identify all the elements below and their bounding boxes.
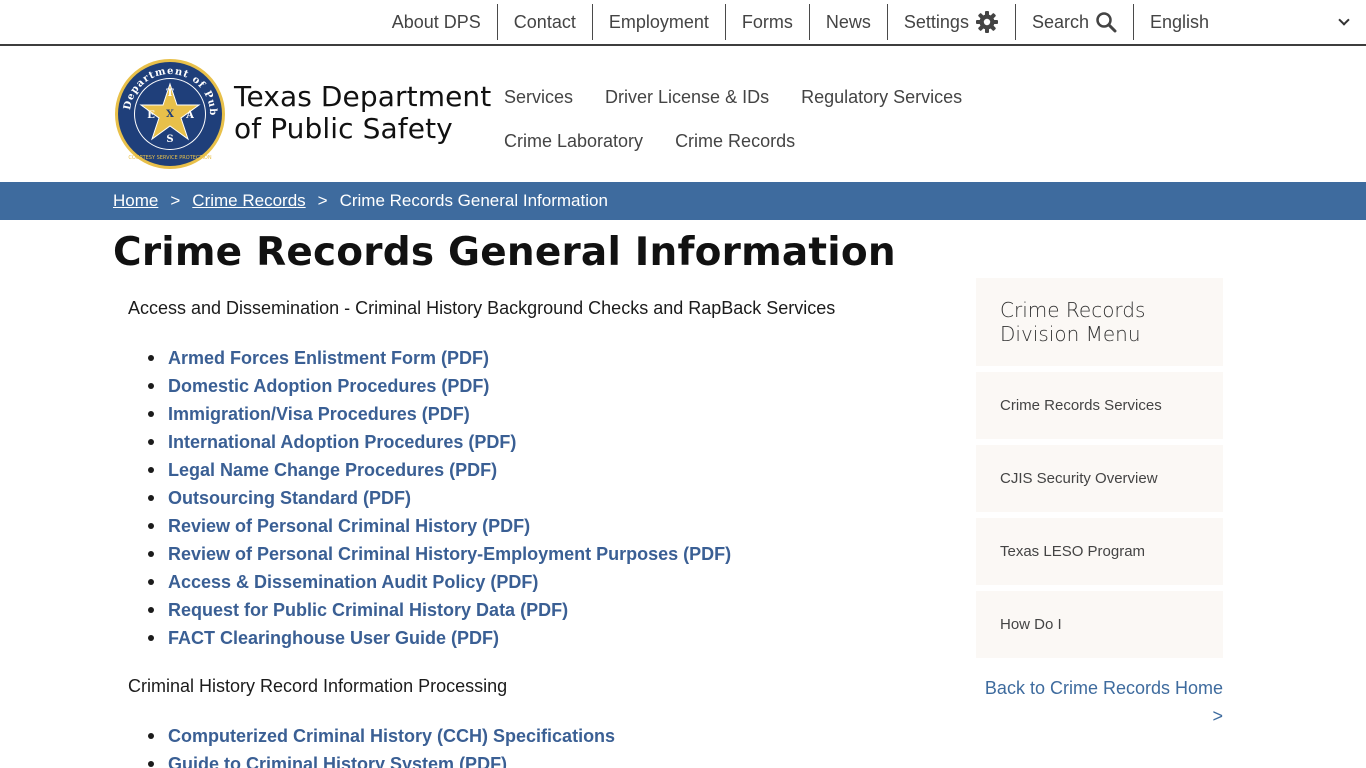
search-icon [1095,11,1117,33]
nav-services[interactable]: Services [488,75,589,119]
doc-link-outsourcing-standard[interactable]: Outsourcing Standard (PDF) [148,484,928,512]
seal-letter-t: T [166,88,174,99]
seal-letter-e: E [147,110,155,121]
sidebar-title: Crime Records Division Menu [976,278,1223,366]
seal-motto: COURTESY SERVICE PROTECTION [128,155,211,161]
nav-driver-license[interactable]: Driver License & IDs [589,75,785,119]
main-content: Access and Dissemination - Criminal Hist… [128,296,928,768]
breadcrumb-crime-records[interactable]: Crime Records [192,191,305,211]
doc-link-legal-name-change[interactable]: Legal Name Change Procedures (PDF) [148,456,928,484]
doc-link-fact-clearinghouse[interactable]: FACT Clearinghouse User Guide (PDF) [148,624,928,652]
section-heading-access: Access and Dissemination - Criminal Hist… [128,298,836,318]
breadcrumb: Home > Crime Records > Crime Records Gen… [0,182,1366,220]
settings-button[interactable]: Settings [888,4,1016,40]
sidebar-item-crime-records-services[interactable]: Crime Records Services [976,372,1223,439]
doc-link-domestic-adoption[interactable]: Domestic Adoption Procedures (PDF) [148,372,928,400]
sidebar-item-cjis-security[interactable]: CJIS Security Overview [976,445,1223,512]
breadcrumb-current: Crime Records General Information [339,191,608,210]
search-label: Search [1031,11,1089,32]
doc-link-immigration-visa[interactable]: Immigration/Visa Procedures (PDF) [148,400,928,428]
breadcrumb-separator: > [317,191,328,210]
language-select[interactable]: English [1134,4,1366,40]
doc-link-guide-history-system[interactable]: Guide to Criminal History System (PDF) [148,750,928,768]
utility-link-employment[interactable]: Employment [593,4,726,40]
sidebar-item-texas-leso[interactable]: Texas LESO Program [976,518,1223,585]
language-value: English [1150,11,1210,32]
doc-link-public-history-data[interactable]: Request for Public Criminal History Data… [148,596,928,624]
division-sidebar: Crime Records Division Menu Crime Record… [976,278,1223,730]
seal-letter-x: X [166,109,174,120]
section-heading-processing: Criminal History Record Information Proc… [128,676,508,696]
utility-link-contact[interactable]: Contact [498,4,593,40]
breadcrumb-separator: > [170,191,181,210]
breadcrumb-home[interactable]: Home [113,191,158,211]
doc-link-review-personal-history[interactable]: Review of Personal Criminal History (PDF… [148,512,928,540]
utility-bar: About DPS Contact Employment Forms News … [0,0,1366,46]
doc-link-review-employment[interactable]: Review of Personal Criminal History-Empl… [148,540,928,568]
processing-document-list: Computerized Criminal History (CCH) Spec… [148,722,928,768]
site-title-line1: Texas Department [234,80,492,113]
utility-nav: About DPS Contact Employment Forms News … [376,0,1366,44]
doc-link-audit-policy[interactable]: Access & Dissemination Audit Policy (PDF… [148,568,928,596]
page-title: Crime Records General Information [113,230,896,275]
nav-crime-records[interactable]: Crime Records [659,119,811,163]
nav-crime-laboratory[interactable]: Crime Laboratory [488,119,659,163]
settings-label: Settings [903,11,969,32]
access-document-list: Armed Forces Enlistment Form (PDF) Domes… [148,344,928,652]
seal-letter-s: S [166,134,173,145]
sidebar-item-how-do-i[interactable]: How Do I [976,591,1223,658]
site-title[interactable]: Texas Department of Public Safety [234,81,491,145]
doc-link-international-adoption[interactable]: International Adoption Procedures (PDF) [148,428,928,456]
search-button[interactable]: Search [1016,4,1134,40]
nav-regulatory-services[interactable]: Regulatory Services [785,75,978,119]
utility-link-forms[interactable]: Forms [726,4,810,40]
utility-link-news[interactable]: News [810,4,888,40]
gear-icon [975,10,999,34]
doc-link-armed-forces[interactable]: Armed Forces Enlistment Form (PDF) [148,344,928,372]
dps-seal-logo[interactable]: Department of Public Safety T E X A S CO… [114,58,226,170]
doc-link-cch-specifications[interactable]: Computerized Criminal History (CCH) Spec… [148,722,928,750]
main-nav: Services Driver License & IDs Regulatory… [488,75,1148,163]
chevron-down-icon [1338,14,1350,26]
utility-link-about[interactable]: About DPS [376,4,498,40]
site-title-line2: of Public Safety [234,112,453,145]
back-to-crime-records-link[interactable]: Back to Crime Records Home > [976,674,1223,730]
seal-letter-a: A [185,110,194,121]
